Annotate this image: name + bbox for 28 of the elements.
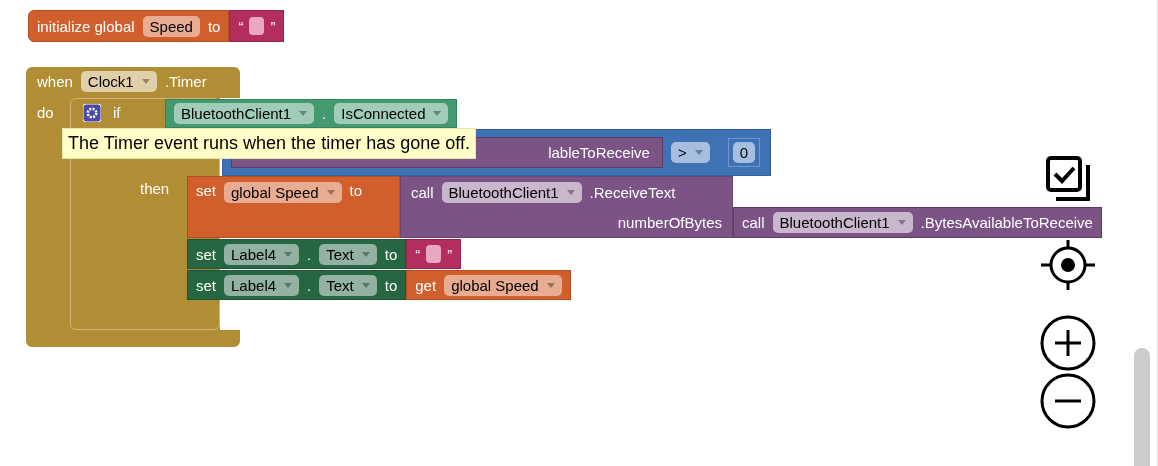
block-label: . bbox=[307, 276, 312, 294]
quote-mark: “ bbox=[415, 245, 421, 263]
quote-mark: ” bbox=[447, 245, 453, 263]
block-label: to bbox=[349, 182, 363, 199]
block-label: set bbox=[196, 245, 216, 263]
block-label: if bbox=[113, 104, 121, 121]
block-label: .ReceiveText bbox=[589, 183, 676, 201]
block-label: to bbox=[384, 245, 398, 263]
block-label: .Timer bbox=[164, 73, 207, 90]
block-label: . bbox=[307, 245, 312, 263]
argument-label: numberOfBytes bbox=[617, 213, 722, 231]
block-label: to bbox=[207, 17, 221, 35]
block-label: initialize global bbox=[37, 17, 135, 35]
block-label: set bbox=[196, 182, 216, 199]
block-label: . bbox=[322, 105, 327, 122]
block-label: set bbox=[196, 276, 216, 294]
block-label: .BytesAvailableToReceive bbox=[920, 214, 1093, 231]
quote-mark: ” bbox=[270, 17, 276, 35]
block-label: to bbox=[384, 276, 398, 294]
block-label: then bbox=[140, 180, 170, 197]
tooltip: The Timer event runs when the timer has gone off. bbox=[62, 128, 476, 159]
block-label: do bbox=[37, 104, 54, 121]
block-label: lableToReceive bbox=[548, 144, 650, 161]
block-label: call bbox=[411, 183, 434, 201]
block-label: get bbox=[415, 276, 437, 294]
block-label: call bbox=[742, 214, 765, 231]
quote-mark: “ bbox=[238, 17, 244, 35]
block-label: when bbox=[37, 73, 73, 90]
